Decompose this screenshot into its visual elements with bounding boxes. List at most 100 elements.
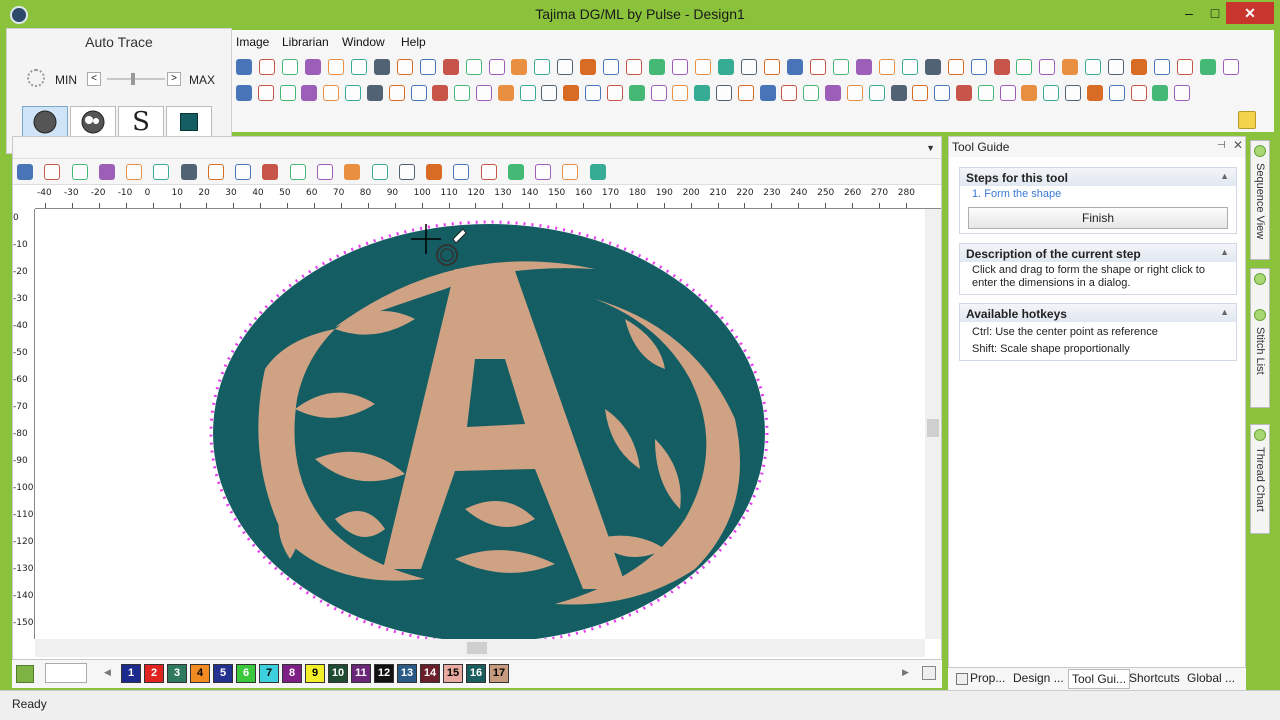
toolbar-tool-icon[interactable] [323, 85, 339, 101]
toolbar-tool-icon[interactable] [856, 59, 872, 75]
toolbar-tool-icon[interactable] [971, 59, 987, 75]
toolbar-tool-icon[interactable] [590, 164, 606, 180]
toolbar-tool-icon[interactable] [651, 85, 667, 101]
toolbar-tool-icon[interactable] [695, 59, 711, 75]
toolbar-tool-icon[interactable] [833, 59, 849, 75]
toolbar-tool-icon[interactable] [716, 85, 732, 101]
toolbar-tool-icon[interactable] [626, 59, 642, 75]
slider-thumb[interactable] [131, 73, 136, 85]
color-swatch-10[interactable]: 10 [328, 664, 348, 683]
toolbar-tool-icon[interactable] [541, 85, 557, 101]
slider-increase-button[interactable]: > [167, 72, 181, 86]
toolbar-tool-icon[interactable] [1223, 59, 1239, 75]
tab-global[interactable]: Global ... [1187, 671, 1235, 685]
toolbar-tool-icon[interactable] [453, 164, 469, 180]
palette-tool-icon[interactable] [16, 665, 34, 683]
tab-shortcuts[interactable]: Shortcuts [1129, 671, 1180, 685]
toolbar-tool-icon[interactable] [301, 85, 317, 101]
embroidery-design[interactable] [35, 209, 925, 639]
toolbar-tool-icon[interactable] [511, 59, 527, 75]
color-swatch-5[interactable]: 5 [213, 664, 233, 683]
toolbar-tool-icon[interactable] [432, 85, 448, 101]
toolbar-tool-icon[interactable] [534, 59, 550, 75]
toolbar-tool-icon[interactable] [1109, 85, 1125, 101]
color-swatch-13[interactable]: 13 [397, 664, 417, 683]
toolbar-tool-icon[interactable] [443, 59, 459, 75]
toolbar-tool-icon[interactable] [153, 164, 169, 180]
toolbar-tool-icon[interactable] [1062, 59, 1078, 75]
toolbar-tool-icon[interactable] [925, 59, 941, 75]
toolbar-tool-icon[interactable] [1108, 59, 1124, 75]
close-button[interactable]: ✕ [1226, 2, 1274, 24]
lightning-icon[interactable] [1238, 111, 1256, 129]
toolbar-tool-icon[interactable] [280, 85, 296, 101]
trace-slider[interactable] [107, 78, 165, 80]
toolbar-tool-icon[interactable] [956, 85, 972, 101]
toolbar-tool-icon[interactable] [787, 59, 803, 75]
toolbar-tool-icon[interactable] [17, 164, 33, 180]
palette-options-icon[interactable] [922, 666, 936, 680]
toolbar-tool-icon[interactable] [1174, 85, 1190, 101]
color-swatch-9[interactable]: 9 [305, 664, 325, 683]
vertical-scrollbar[interactable] [925, 209, 941, 639]
toolbar-tool-icon[interactable] [672, 85, 688, 101]
toolbar-tool-icon[interactable] [1131, 85, 1147, 101]
toolbar-tool-icon[interactable] [978, 85, 994, 101]
toolbar-tool-icon[interactable] [672, 59, 688, 75]
toolbar-tool-icon[interactable] [466, 59, 482, 75]
toolbar-tool-icon[interactable] [208, 164, 224, 180]
color-swatch-2[interactable]: 2 [144, 664, 164, 683]
toolbar-tool-icon[interactable] [891, 85, 907, 101]
toolbar-tool-icon[interactable] [508, 164, 524, 180]
color-swatch-11[interactable]: 11 [351, 664, 371, 683]
collapse-icon[interactable]: ▲ [1220, 307, 1229, 317]
toolbar-tool-icon[interactable] [879, 59, 895, 75]
toolbar-tool-icon[interactable] [351, 59, 367, 75]
toolbar-tool-icon[interactable] [44, 164, 60, 180]
toolbar-tool-icon[interactable] [869, 85, 885, 101]
color-swatch-1[interactable]: 1 [121, 664, 141, 683]
toolbar-tool-icon[interactable] [345, 85, 361, 101]
toolbar-tool-icon[interactable] [282, 59, 298, 75]
trace-mode-stitch-button[interactable]: S [118, 106, 164, 138]
design-canvas[interactable] [35, 209, 925, 639]
toolbar-tool-icon[interactable] [1154, 59, 1170, 75]
menu-help[interactable]: Help [401, 35, 426, 49]
toolbar-tool-icon[interactable] [236, 85, 252, 101]
toolbar-tool-icon[interactable] [994, 59, 1010, 75]
toolbar-tool-icon[interactable] [235, 164, 251, 180]
toolbar-tool-icon[interactable] [629, 85, 645, 101]
toolbar-tool-icon[interactable] [1131, 59, 1147, 75]
scrollbar-thumb[interactable] [927, 419, 939, 437]
toolbar-tool-icon[interactable] [259, 59, 275, 75]
toolbar-tool-icon[interactable] [557, 59, 573, 75]
collapse-icon[interactable]: ▲ [1220, 171, 1229, 181]
tab-design[interactable]: Design ... [1013, 671, 1064, 685]
toolbar-tool-icon[interactable] [825, 85, 841, 101]
toolbar-tool-icon[interactable] [1021, 85, 1037, 101]
color-swatch-8[interactable]: 8 [282, 664, 302, 683]
hotkeys-header[interactable]: Available hotkeys ▲ [960, 304, 1236, 322]
toolbar-tool-icon[interactable] [99, 164, 115, 180]
color-swatch-14[interactable]: 14 [420, 664, 440, 683]
toolbar-tool-icon[interactable] [1177, 59, 1193, 75]
toolbar-tool-icon[interactable] [1043, 85, 1059, 101]
toolbar-tool-icon[interactable] [520, 85, 536, 101]
horizontal-scrollbar[interactable] [35, 639, 925, 657]
toolbar-tool-icon[interactable] [902, 59, 918, 75]
toolbar-tool-icon[interactable] [389, 85, 405, 101]
color-swatch-7[interactable]: 7 [259, 664, 279, 683]
close-icon[interactable]: ✕ [1233, 138, 1243, 152]
color-swatch-17[interactable]: 17 [489, 664, 509, 683]
toolbar-tool-icon[interactable] [367, 85, 383, 101]
toolbar-tool-icon[interactable] [181, 164, 197, 180]
toolbar-tool-icon[interactable] [290, 164, 306, 180]
toolbar-tool-icon[interactable] [810, 59, 826, 75]
toolbar-tool-icon[interactable] [328, 59, 344, 75]
toolbar-tool-icon[interactable] [934, 85, 950, 101]
toolbar-tool-icon[interactable] [372, 164, 388, 180]
toolbar-tool-icon[interactable] [607, 85, 623, 101]
toolbar-tool-icon[interactable] [1087, 85, 1103, 101]
pin-icon[interactable]: ⊣ [1217, 140, 1226, 151]
toolbar-tool-icon[interactable] [535, 164, 551, 180]
